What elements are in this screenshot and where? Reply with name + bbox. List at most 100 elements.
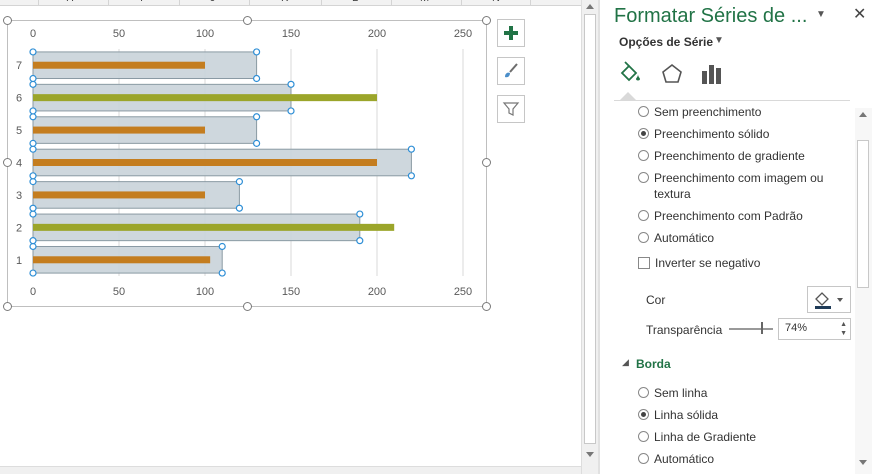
x-tick-label-bottom: 50 [113, 286, 125, 298]
column-header-m[interactable]: M [420, 0, 429, 4]
transparency-input[interactable]: 74% ▲ ▼ [778, 318, 851, 340]
tab-fill-line[interactable] [616, 61, 642, 87]
y-tick-label: 5 [16, 125, 22, 137]
selection-handle [218, 269, 226, 277]
y-tick-label: 3 [16, 190, 22, 202]
pane-scroll-down-icon[interactable] [859, 460, 867, 465]
bar-inner [33, 126, 205, 134]
selection-handle [253, 74, 261, 83]
filter-icon [502, 102, 520, 116]
fill-option-solid[interactable]: Preenchimento sólido [638, 126, 769, 142]
worksheet[interactable]: H I J K L M N 00505010010015015020020025… [0, 0, 600, 474]
chart-resize-handle-tl[interactable] [3, 16, 12, 25]
pane-scroll-up-icon[interactable] [859, 112, 867, 117]
transparency-slider-thumb[interactable] [761, 322, 763, 334]
tab-effects[interactable] [659, 61, 685, 87]
y-tick-label: 4 [16, 158, 22, 170]
chart-resize-handle-top[interactable] [243, 16, 252, 25]
radio-gradient[interactable] [638, 150, 649, 161]
chart-styles-button[interactable] [497, 57, 525, 85]
color-picker-button[interactable] [807, 286, 851, 313]
chart-resize-handle-bl[interactable] [3, 302, 12, 311]
scroll-thumb[interactable] [584, 14, 596, 444]
pane-scroll-thumb[interactable] [857, 140, 869, 288]
fill-option-automatic[interactable]: Automático [638, 230, 714, 246]
y-tick-label: 6 [16, 93, 22, 105]
selection-handle [29, 210, 37, 218]
radio-pattern[interactable] [638, 210, 649, 221]
column-header-j[interactable]: J [210, 0, 216, 4]
selection-handle [235, 178, 243, 186]
column-header-h[interactable]: H [66, 0, 74, 4]
radio-border-none[interactable] [638, 387, 649, 398]
y-tick-label: 1 [16, 255, 22, 267]
column-header-n[interactable]: N [492, 0, 500, 4]
pane-scrollbar[interactable] [855, 108, 872, 474]
selection-handle [356, 237, 364, 245]
radio-none[interactable] [638, 106, 649, 117]
selection-handle [218, 242, 226, 251]
column-header-k[interactable]: K [281, 0, 288, 4]
radio-automatic[interactable] [638, 232, 649, 243]
selection-handle [29, 74, 37, 83]
chart-resize-handle-tr[interactable] [482, 16, 491, 25]
border-section-header[interactable]: Borda [636, 357, 671, 371]
selection-handle [29, 172, 37, 180]
effects-icon [662, 63, 682, 83]
border-option-gradient[interactable]: Linha de Gradiente [638, 429, 756, 445]
selection-handle [29, 269, 37, 277]
chart-resize-handle-bottom[interactable] [243, 302, 252, 311]
invert-if-negative[interactable]: Inverter se negativo [638, 255, 760, 271]
pane-title: Formatar Séries de ... [614, 5, 808, 27]
spinner-icon[interactable]: ▲ ▼ [840, 320, 847, 338]
selection-handle [407, 145, 415, 153]
bar-inner [33, 94, 377, 102]
radio-border-automatic[interactable] [638, 453, 649, 464]
bar-inner [33, 159, 377, 166]
chart-elements-button[interactable] [497, 19, 525, 47]
bar-chart[interactable]: 0 0 50 50 100 100 150 150 200 200 250 250 1 2 3 4 5 6 7 [7, 20, 487, 307]
border-option-solid[interactable]: Linha sólida [638, 407, 718, 423]
chart-resize-handle-br[interactable] [482, 302, 491, 311]
selection-handle [287, 107, 295, 115]
x-tick-label-top: 50 [113, 28, 125, 40]
tab-series-options[interactable] [699, 61, 725, 87]
horizontal-scrollbar[interactable] [0, 466, 581, 474]
radio-border-solid[interactable] [638, 409, 649, 420]
bar-inner [33, 256, 211, 264]
series-options-icon [702, 65, 721, 84]
border-option-none[interactable]: Sem linha [638, 385, 707, 401]
pane-title-dropdown-icon[interactable]: ▼ [816, 9, 826, 20]
transparency-label: Transparência [646, 323, 723, 337]
selection-handle [407, 172, 415, 180]
fill-option-pattern[interactable]: Preenchimento com Padrão [638, 208, 803, 224]
column-header-l[interactable]: L [352, 0, 358, 4]
plus-icon [504, 26, 518, 40]
close-icon[interactable]: ✕ [853, 4, 866, 24]
fill-option-none[interactable]: Sem preenchimento [638, 104, 761, 120]
chart-resize-handle-left[interactable] [3, 158, 12, 167]
chart-resize-handle-right[interactable] [482, 158, 491, 167]
series-options-dropdown[interactable]: Opções de Série [619, 35, 713, 49]
x-tick-label-bottom: 0 [30, 286, 36, 298]
selection-handle [29, 48, 37, 56]
x-tick-label-top: 100 [196, 28, 214, 40]
radio-solid[interactable] [638, 128, 649, 139]
scroll-up-icon[interactable] [586, 4, 594, 9]
fill-option-gradient[interactable]: Preenchimento de gradiente [638, 148, 805, 164]
vertical-scrollbar[interactable] [581, 0, 598, 474]
chart-plot: 0 0 50 50 100 100 150 150 200 200 250 250 1 2 3 4 5 6 7 [16, 28, 472, 298]
fill-option-picture[interactable]: Preenchimento com imagem ou textura [638, 170, 838, 202]
border-option-automatic[interactable]: Automático [638, 451, 714, 467]
chevron-down-icon[interactable]: ▼ [714, 35, 724, 46]
scroll-down-icon[interactable] [586, 452, 594, 457]
transparency-slider[interactable] [729, 328, 773, 330]
collapse-icon[interactable]: ◢ [622, 357, 629, 368]
brush-icon [505, 63, 518, 78]
column-header-i[interactable]: I [140, 0, 143, 4]
selection-handle [29, 139, 37, 147]
invert-checkbox[interactable] [638, 257, 650, 269]
chart-filters-button[interactable] [497, 95, 525, 123]
radio-picture[interactable] [638, 172, 649, 183]
radio-border-gradient[interactable] [638, 431, 649, 442]
